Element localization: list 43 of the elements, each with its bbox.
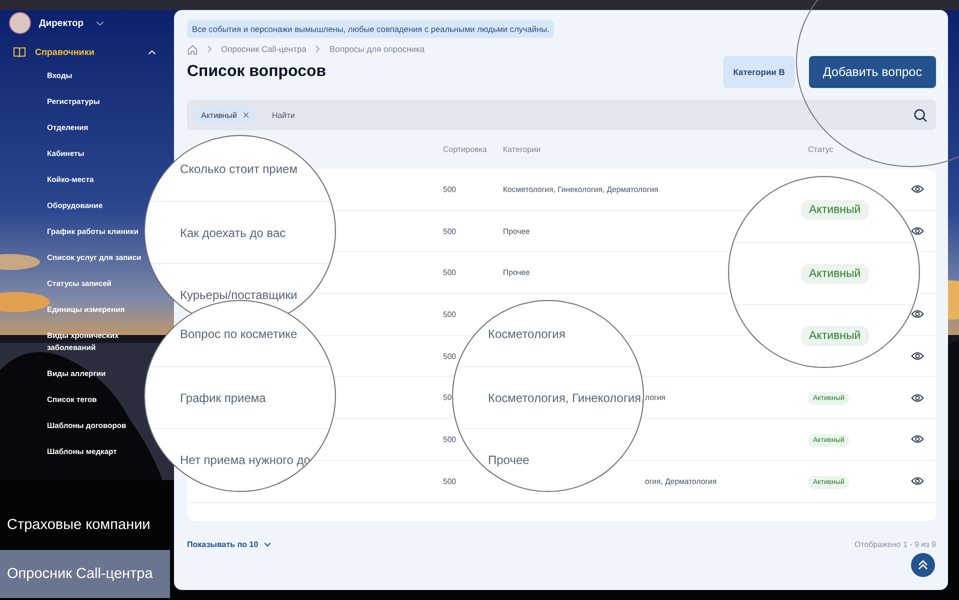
eye-icon[interactable]: [911, 434, 924, 444]
double-chevron-up-icon[interactable]: [917, 559, 929, 571]
eye-icon[interactable]: [911, 476, 924, 486]
eye-icon[interactable]: [911, 226, 924, 236]
chevron-down-icon[interactable]: [96, 20, 104, 26]
eye-icon[interactable]: [911, 309, 924, 320]
eye-icon[interactable]: [911, 351, 924, 362]
eye-icon[interactable]: [911, 184, 924, 194]
status-badge: Активный: [801, 264, 869, 284]
magnified-text: Косметология, Гинекология,: [488, 390, 643, 404]
chevron-icon[interactable]: [148, 50, 156, 54]
status-badge: Активный: [801, 326, 869, 346]
magnified-text: Косметология: [488, 326, 566, 340]
filter-chip[interactable]: Активный: [194, 106, 256, 124]
book-icon: [13, 46, 26, 58]
magnified-text: Прочее: [488, 452, 530, 466]
column-header: Статус: [808, 145, 834, 154]
column-header: Категории: [503, 145, 542, 154]
search-icon[interactable]: [913, 108, 928, 122]
user-name[interactable]: Директор: [39, 18, 84, 28]
sidebar-item[interactable]: Страховые компании: [0, 506, 170, 544]
chevron-down-icon[interactable]: [264, 542, 272, 547]
magnified-text: Сколько стоит прием: [180, 162, 298, 176]
notice-banner: Все события и персонажи вымышлены, любые совпадения с реальными людьми случайны.: [187, 20, 554, 38]
magnified-text: Вопрос по косметике: [180, 326, 298, 340]
sidebar-item[interactable]: Опросник Call-центра: [0, 550, 170, 598]
magnified-text: График приема: [180, 390, 266, 404]
sidebar-section[interactable]: Справочники: [0, 41, 170, 63]
magnified-text: Курьеры/поставщики: [180, 288, 298, 302]
page-size-dropdown[interactable]: Показывать по 10: [187, 540, 272, 549]
add-button[interactable]: Добавить вопрос: [808, 56, 936, 88]
chevron-right-icon: [207, 45, 212, 53]
chevron-right-icon: [315, 45, 320, 53]
magnified-text: Как доехать до вас: [180, 226, 286, 240]
close-icon[interactable]: [242, 112, 249, 118]
eye-icon[interactable]: [911, 392, 924, 403]
pagination-info: Отображено 1 - 9 из 9: [854, 540, 936, 549]
status-badge: Активный: [801, 200, 869, 220]
search-field[interactable]: Активный Найти: [187, 100, 936, 130]
page-title: Список вопросов: [187, 63, 326, 81]
column-header: Сортировка: [443, 145, 488, 154]
categories-button[interactable]: Категории В: [723, 56, 795, 88]
home-icon[interactable]: [187, 44, 198, 54]
